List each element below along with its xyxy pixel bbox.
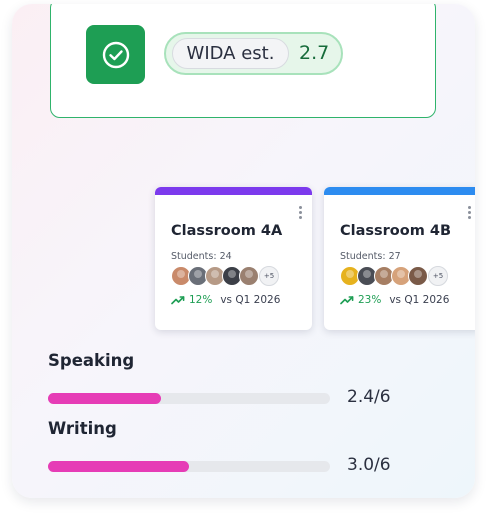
avatar: [239, 266, 259, 286]
classroom-title: Classroom 4B: [340, 223, 452, 239]
more-options-icon[interactable]: [299, 206, 303, 221]
writing-label: Writing: [48, 419, 117, 438]
trend-row: 12% vs Q1 2026: [171, 294, 280, 306]
wida-label: WIDA est.: [172, 38, 289, 69]
speaking-score: 2.4/6: [347, 387, 391, 407]
student-avatars: +5: [340, 266, 448, 286]
trend-up-icon: [171, 296, 185, 305]
writing-score: 3.0/6: [347, 455, 391, 475]
more-students-badge: +5: [259, 266, 279, 286]
card-accent-bar: [155, 187, 312, 195]
speaking-label: Speaking: [48, 351, 135, 370]
trend-compare: vs Q1 2026: [220, 294, 281, 306]
trend-up-icon: [340, 296, 354, 305]
classroom-card-4a[interactable]: Classroom 4A Students: 24 +5 12% vs Q1 2…: [155, 187, 312, 330]
speaking-progress-fill: [48, 393, 161, 404]
more-options-icon[interactable]: [468, 206, 472, 221]
wida-score-value: 2.7: [299, 42, 330, 64]
student-avatars: +5: [171, 266, 279, 286]
speaking-progress-track: [48, 393, 330, 404]
card-accent-bar: [324, 187, 475, 195]
wida-status-card: WIDA est. 2.7: [50, 4, 436, 118]
classroom-title: Classroom 4A: [171, 223, 283, 239]
trend-row: 23% vs Q1 2026: [340, 294, 449, 306]
classroom-card-4b[interactable]: Classroom 4B Students: 27 +5 23% vs Q1 2…: [324, 187, 475, 330]
avatar: [408, 266, 428, 286]
dashboard-panel: WIDA est. 2.7 Classroom 4A Students: 24 …: [12, 4, 475, 498]
writing-progress-fill: [48, 461, 189, 472]
student-count: Students: 27: [340, 251, 401, 262]
writing-progress-track: [48, 461, 330, 472]
trend-percent: 23%: [358, 294, 382, 306]
check-circle-icon: [86, 25, 145, 84]
trend-percent: 12%: [189, 294, 213, 306]
more-students-badge: +5: [428, 266, 448, 286]
student-count: Students: 24: [171, 251, 232, 262]
wida-score-pill: WIDA est. 2.7: [164, 32, 343, 75]
trend-compare: vs Q1 2026: [389, 294, 450, 306]
